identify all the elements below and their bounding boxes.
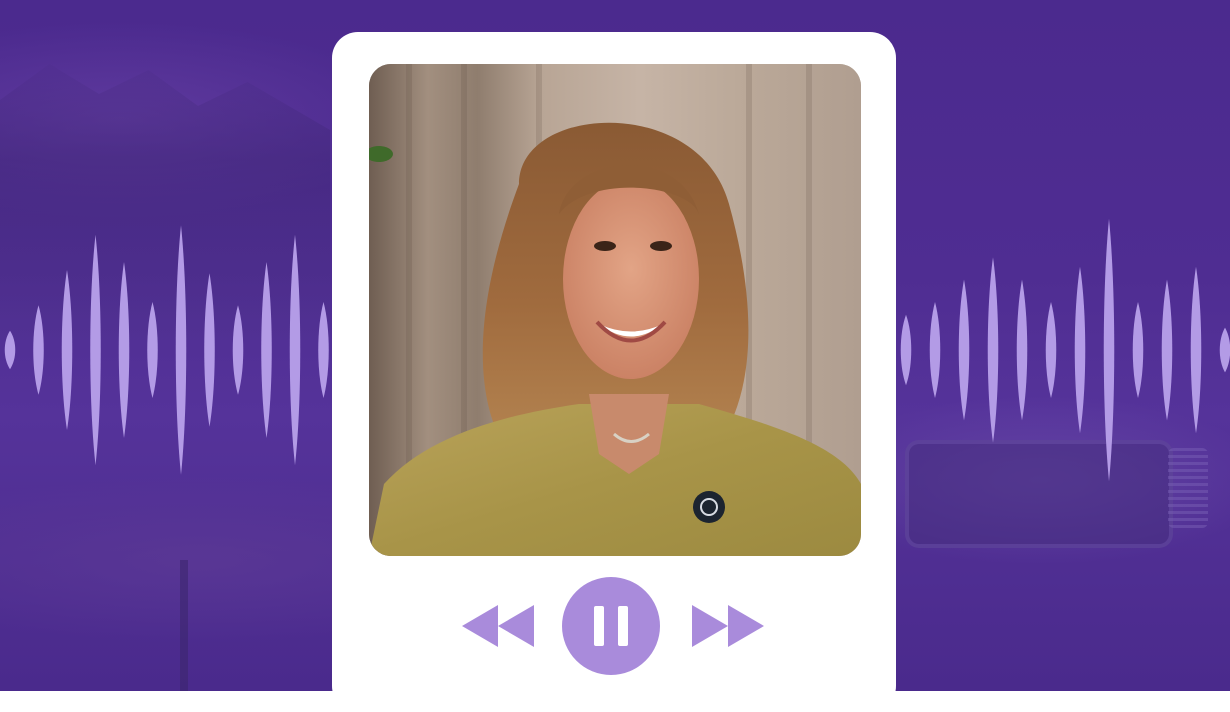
waveform-bar bbox=[118, 262, 130, 438]
waveform-bar bbox=[958, 279, 970, 421]
waveform-bar bbox=[1190, 266, 1202, 434]
waveform-bar bbox=[1132, 302, 1144, 398]
waveform-bar bbox=[1074, 266, 1086, 434]
waveform-bar bbox=[232, 305, 244, 395]
waveform-bar bbox=[929, 302, 941, 398]
waveform-bar bbox=[204, 273, 215, 427]
podcast-artwork bbox=[369, 64, 861, 556]
fast-forward-icon bbox=[692, 605, 764, 647]
rewind-button[interactable] bbox=[462, 603, 534, 649]
waveform-bar bbox=[318, 302, 329, 398]
player-card bbox=[332, 32, 896, 712]
waveform-bar bbox=[987, 257, 999, 443]
waveform-bar bbox=[261, 262, 272, 438]
guest-portrait bbox=[369, 64, 861, 556]
fast-forward-button[interactable] bbox=[692, 603, 764, 649]
rewind-icon bbox=[462, 605, 534, 647]
waveform-bar bbox=[90, 234, 101, 466]
waveform-bar bbox=[1219, 327, 1230, 373]
pause-icon bbox=[594, 606, 628, 646]
waveform-bar bbox=[175, 225, 187, 475]
waveform-bar bbox=[4, 330, 16, 370]
waveform-bar bbox=[900, 314, 912, 386]
waveform-bar bbox=[61, 270, 73, 430]
waveform-bar bbox=[1161, 279, 1173, 421]
waveform-bar bbox=[147, 302, 158, 398]
waveform-bar bbox=[1103, 218, 1115, 482]
waveform-bar bbox=[289, 234, 301, 466]
audio-waveform-right bbox=[898, 0, 1230, 691]
waveform-bar bbox=[1016, 279, 1028, 421]
playback-controls bbox=[332, 577, 896, 677]
pause-button[interactable] bbox=[562, 577, 660, 675]
waveform-bar bbox=[1045, 302, 1057, 398]
waveform-bar bbox=[33, 305, 44, 395]
audio-waveform-left bbox=[0, 0, 330, 691]
